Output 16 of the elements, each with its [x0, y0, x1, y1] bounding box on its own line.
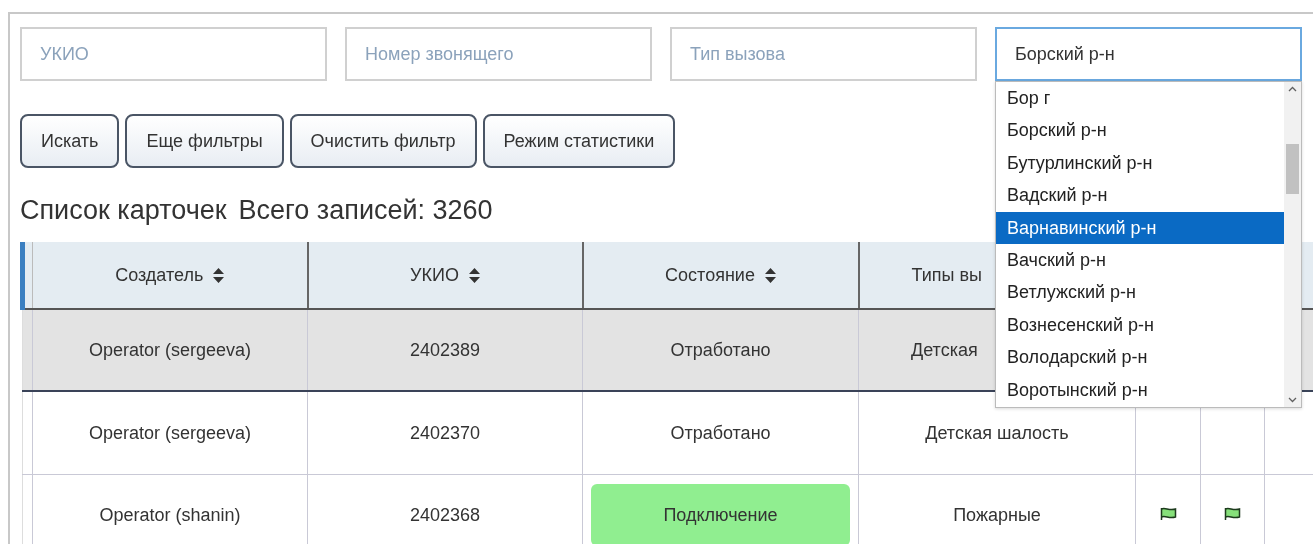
table-cell: Детская шалость	[925, 422, 1069, 443]
table-cell: Отработано	[670, 339, 771, 360]
table-cell: Operator (sergeeva)	[32, 309, 308, 391]
table-cell: Пожарные	[953, 504, 1041, 525]
status-badge: Подключение	[591, 484, 850, 544]
table-cell: Отработано	[670, 422, 771, 443]
column-label: Типы вы	[911, 264, 982, 286]
column-label: Создатель	[115, 264, 204, 286]
table-cell: Operator (sergeeva)	[32, 391, 308, 475]
record-count: Всего записей: 3260	[238, 194, 493, 226]
table-cell: Детская	[911, 339, 978, 360]
list-title: Список карточек	[20, 194, 227, 226]
column-label: Состояние	[665, 264, 755, 286]
table-cell: 2402370	[307, 391, 583, 475]
column-label: УКИО	[410, 264, 459, 286]
table-cell: 2402389	[307, 309, 583, 391]
